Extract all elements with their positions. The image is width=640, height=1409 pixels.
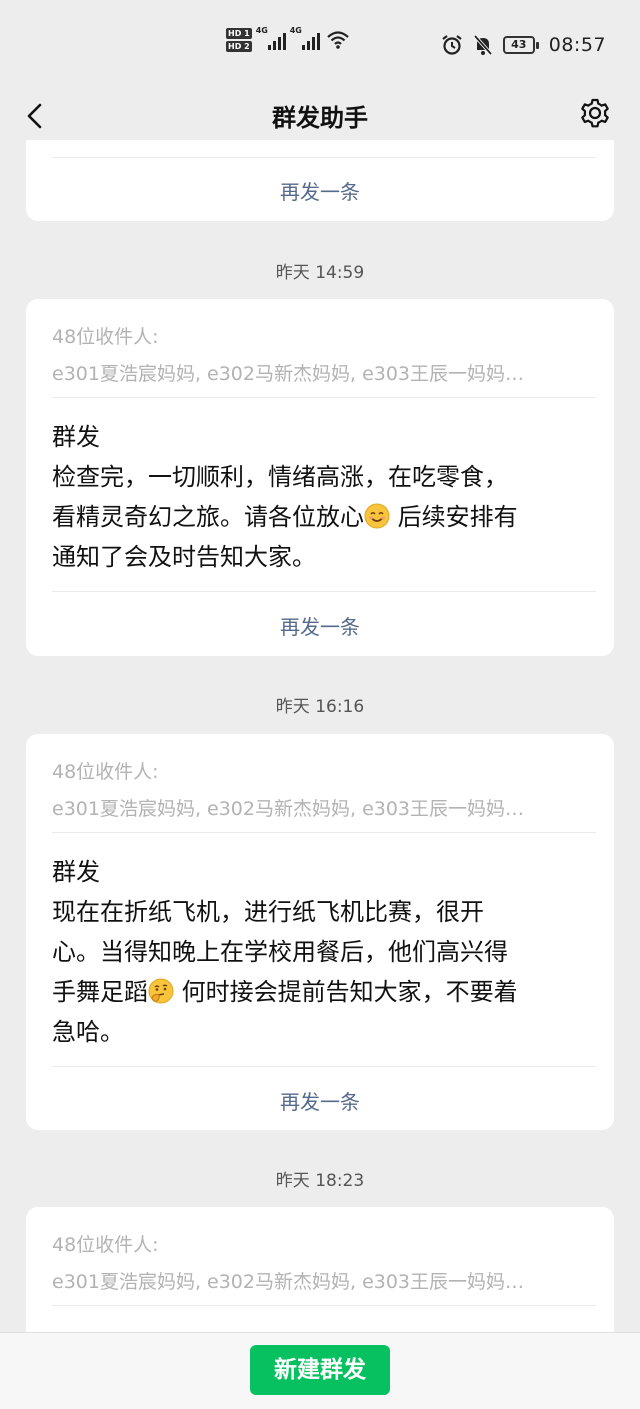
broadcast-card: 再发一条 (26, 140, 614, 221)
message-text: 何时接会提前告知大家，不要着 (174, 978, 518, 1006)
signal-1-icon: 4G (256, 26, 286, 50)
sim1-hd-badge: HD 1 (226, 28, 252, 39)
message-line: 群发 (52, 423, 100, 451)
resend-button[interactable]: 再发一条 (26, 611, 614, 640)
clock: 08:57 (548, 34, 606, 56)
broadcast-card: 48位收件人: e301夏浩宸妈妈, e302马新杰妈妈, e303王辰一妈妈…… (26, 299, 614, 656)
timestamp: 昨天 14:59 (275, 263, 365, 283)
broadcast-card: 48位收件人: e301夏浩宸妈妈, e302马新杰妈妈, e303王辰一妈妈… (26, 1207, 614, 1347)
message-text: 后续安排有 (390, 503, 518, 531)
status-bar: HD 1 HD 2 4G 4G 43 08:57 (0, 0, 640, 92)
bottom-bar: 新建群发 (0, 1332, 640, 1409)
signal-group: HD 1 HD 2 4G 4G (226, 26, 350, 52)
message-text: 看精灵奇幻之旅。请各位放心 (52, 503, 364, 531)
resend-button[interactable]: 再发一条 (26, 176, 614, 205)
message-line: 急哈。 (52, 1018, 124, 1046)
message-line: 检查完，一切顺利，情绪高涨，在吃零食， (52, 463, 508, 491)
message-body: 群发 检查完，一切顺利，情绪高涨，在吃零食， 看精灵奇幻之旅。请各位放心 后续安… (52, 417, 592, 577)
thinking-emoji-icon (148, 978, 174, 1004)
signal-2-label: 4G (289, 26, 302, 35)
divider (52, 1305, 596, 1306)
recipients-list[interactable]: e301夏浩宸妈妈, e302马新杰妈妈, e303王辰一妈妈… (52, 794, 588, 821)
recipients-list[interactable]: e301夏浩宸妈妈, e302马新杰妈妈, e303王辰一妈妈… (52, 359, 588, 386)
smile-emoji-icon (364, 503, 390, 529)
resend-button[interactable]: 再发一条 (26, 1086, 614, 1115)
wifi-icon (326, 31, 349, 49)
divider (52, 1066, 596, 1067)
battery-level: 43 (502, 36, 535, 54)
message-line: 通知了会及时告知大家。 (52, 543, 316, 571)
message-line: 群发 (52, 858, 100, 886)
alarm-icon (442, 35, 462, 55)
sim2-hd-badge: HD 2 (226, 41, 252, 52)
status-right: 43 08:57 (441, 34, 606, 56)
divider (52, 832, 596, 833)
broadcast-card: 48位收件人: e301夏浩宸妈妈, e302马新杰妈妈, e303王辰一妈妈…… (26, 734, 614, 1130)
page-title: 群发助手 (272, 104, 368, 132)
message-line: 现在在折纸飞机，进行纸飞机比赛，很开 (52, 898, 484, 926)
message-line: 心。当得知晚上在学校用餐后，他们高兴得 (52, 938, 508, 966)
divider (52, 157, 596, 158)
timestamp: 昨天 16:16 (275, 697, 365, 717)
signal-2-icon: 4G (290, 26, 320, 50)
recipients-count: 48位收件人: (52, 761, 159, 783)
mute-bell-icon (473, 34, 493, 56)
divider (52, 591, 596, 592)
gear-icon[interactable] (578, 96, 612, 130)
message-body: 群发 现在在折纸飞机，进行纸飞机比赛，很开 心。当得知晚上在学校用餐后，他们高兴… (52, 852, 592, 1052)
message-text: 手舞足蹈 (52, 978, 148, 1006)
timestamp: 昨天 18:23 (275, 1171, 365, 1191)
battery-icon: 43 (502, 36, 539, 54)
recipients-list[interactable]: e301夏浩宸妈妈, e302马新杰妈妈, e303王辰一妈妈… (52, 1267, 588, 1294)
message-line: 手舞足蹈 何时接会提前告知大家，不要着 (52, 972, 592, 1012)
divider (52, 397, 596, 398)
signal-1-label: 4G (255, 26, 268, 35)
message-line: 看精灵奇幻之旅。请各位放心 后续安排有 (52, 497, 592, 537)
recipients-count: 48位收件人: (52, 326, 159, 348)
recipients-count: 48位收件人: (52, 1234, 159, 1256)
new-broadcast-button[interactable]: 新建群发 (250, 1345, 390, 1395)
